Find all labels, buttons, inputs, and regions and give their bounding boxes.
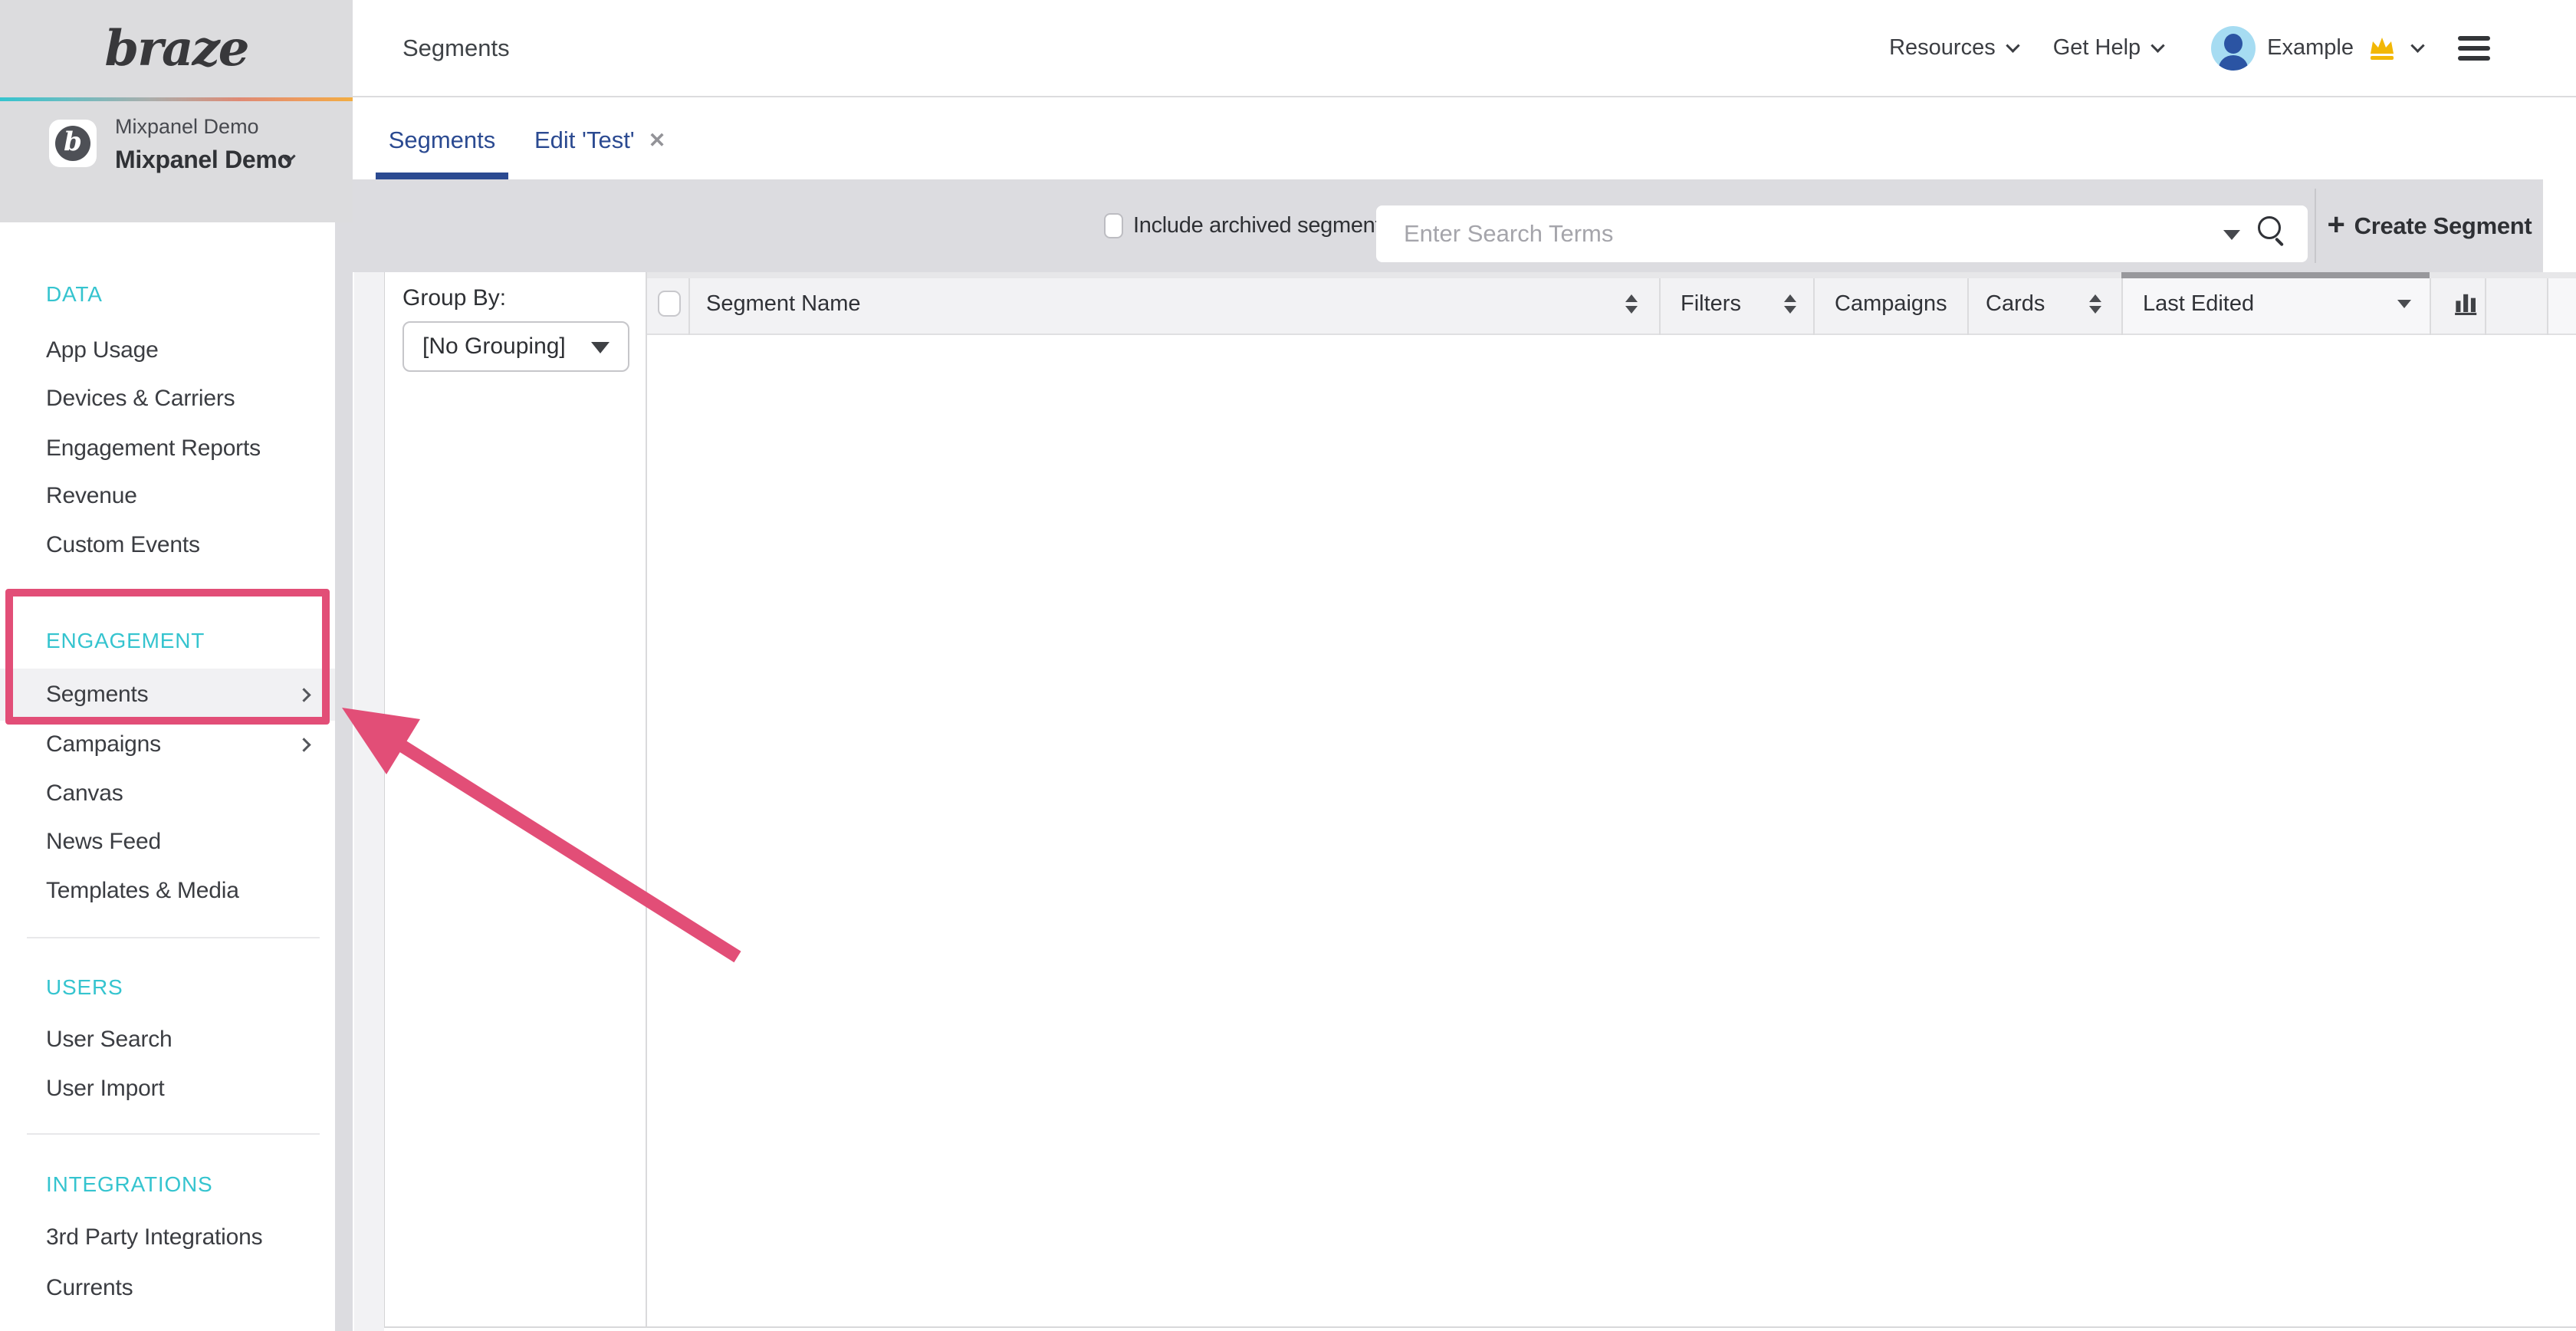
column-divider — [1813, 272, 1815, 335]
column-divider — [688, 272, 690, 335]
sidebar-scrollbar[interactable] — [335, 222, 353, 1331]
column-divider — [2485, 272, 2486, 335]
sort-cards[interactable] — [2089, 272, 2101, 335]
sidebar-item-engagement-reports[interactable]: Engagement Reports — [46, 433, 320, 464]
workspace-selector[interactable]: b Mixpanel Demo Mixpanel Demo — [0, 101, 354, 222]
sidebar-section-data: DATA — [46, 281, 103, 308]
tab-bar: Segments Edit 'Test' ✕ — [353, 101, 2576, 179]
tab-edit-test[interactable]: Edit 'Test' ✕ — [534, 101, 665, 179]
sidebar-item-currents[interactable]: Currents — [46, 1273, 320, 1303]
plus-icon: + — [2328, 209, 2345, 243]
filter-bar: Include archived segments + Create Segme… — [353, 179, 2543, 272]
sidebar-item-3rd-party-integrations[interactable]: 3rd Party Integrations — [46, 1222, 320, 1253]
sidebar-item-templates-media[interactable]: Templates & Media — [46, 876, 320, 906]
braze-b-icon: b — [55, 126, 90, 161]
get-help-label: Get Help — [2053, 35, 2141, 61]
table-scrollbar-gutter — [2547, 272, 2576, 334]
content-bottom-border — [384, 1326, 2576, 1328]
column-divider — [2121, 272, 2123, 335]
workspace-app-icon: b — [49, 120, 97, 167]
sidebar-item-custom-events[interactable]: Custom Events — [46, 530, 320, 560]
column-cards[interactable]: Cards — [1986, 272, 2045, 335]
column-divider — [2547, 272, 2548, 335]
analytics-chart-icon[interactable] — [2450, 272, 2484, 335]
create-segment-button[interactable]: + Create Segment — [2316, 179, 2543, 272]
sidebar-item-label: Segments — [46, 682, 148, 708]
topbar: Segments Resources Get Help Example — [353, 0, 2576, 97]
search-icon[interactable] — [2258, 216, 2281, 239]
get-help-menu[interactable]: Get Help — [2053, 35, 2163, 61]
close-icon[interactable]: ✕ — [649, 129, 666, 153]
segments-table-header: Segment Name Filters Campaigns Cards Las… — [647, 272, 2576, 335]
crown-icon — [2367, 35, 2397, 61]
braze-logo: braze — [105, 20, 248, 77]
group-by-select[interactable]: [No Grouping] — [402, 321, 629, 372]
sidebar-nav: DATA App Usage Devices & Carriers Engage… — [0, 222, 335, 1331]
column-last-edited[interactable]: Last Edited — [2143, 272, 2254, 335]
workspace-subtitle: Mixpanel Demo — [115, 115, 259, 139]
column-divider — [2430, 272, 2431, 335]
sort-filters[interactable] — [1784, 272, 1796, 335]
topbar-right: Resources Get Help Example — [1889, 0, 2490, 96]
chevron-down-icon — [2150, 38, 2164, 52]
workspace-title: Mixpanel Demo — [115, 146, 292, 174]
user-avatar[interactable] — [2211, 26, 2256, 71]
hamburger-menu-icon[interactable] — [2458, 36, 2490, 61]
resources-label: Resources — [1889, 35, 1996, 61]
sidebar-item-canvas[interactable]: Canvas — [46, 778, 320, 809]
sidebar-item-news-feed[interactable]: News Feed — [46, 827, 320, 857]
create-segment-label: Create Segment — [2354, 212, 2532, 240]
column-divider — [1967, 272, 1969, 335]
column-filters[interactable]: Filters — [1681, 272, 1741, 335]
tab-segments[interactable]: Segments — [376, 101, 508, 179]
sidebar-section-integrations: INTEGRATIONS — [46, 1171, 213, 1198]
sidebar-item-devices-carriers[interactable]: Devices & Carriers — [46, 383, 320, 414]
include-archived-label: Include archived segments — [1133, 179, 1392, 272]
sidebar-item-user-import[interactable]: User Import — [46, 1073, 320, 1104]
column-campaigns[interactable]: Campaigns — [1835, 272, 1947, 335]
sort-last-edited-desc[interactable] — [2397, 272, 2411, 335]
page-title: Segments — [402, 0, 510, 96]
sidebar-section-users: USERS — [46, 974, 123, 1001]
chevron-down-icon[interactable] — [2410, 38, 2424, 52]
search-input[interactable] — [1376, 205, 2308, 262]
group-by-value: [No Grouping] — [422, 334, 566, 360]
sidebar-item-campaigns[interactable]: Campaigns — [46, 729, 320, 760]
braze-dashboard: braze b Mixpanel Demo Mixpanel Demo DATA… — [0, 0, 2576, 1331]
column-segment-name[interactable]: Segment Name — [706, 272, 861, 335]
caret-down-icon — [591, 342, 610, 353]
user-name: Example — [2267, 35, 2354, 61]
tab-edit-test-label: Edit 'Test' — [534, 127, 635, 154]
sidebar-item-segments[interactable]: Segments — [46, 679, 320, 710]
include-archived-checkbox[interactable] — [1104, 213, 1123, 238]
sidebar-section-engagement: ENGAGEMENT — [46, 627, 205, 655]
horizontal-scrollbar-thumb[interactable] — [2121, 272, 2430, 278]
sidebar-item-label: Campaigns — [46, 731, 161, 758]
sidebar-item-revenue[interactable]: Revenue — [46, 481, 320, 511]
sidebar-item-user-search[interactable]: User Search — [46, 1024, 320, 1055]
column-divider — [1659, 272, 1661, 335]
search-dropdown-caret-icon[interactable] — [2223, 230, 2240, 240]
group-by-panel: Group By: [No Grouping] — [384, 272, 647, 1328]
sidebar-item-app-usage[interactable]: App Usage — [46, 335, 320, 366]
sort-segment-name[interactable] — [1625, 272, 1638, 335]
select-all-checkbox[interactable] — [658, 291, 681, 317]
content-gutter — [354, 272, 384, 1331]
sidebar-header: braze — [0, 0, 353, 97]
resources-menu[interactable]: Resources — [1889, 35, 2018, 61]
sidebar-divider — [27, 1133, 320, 1135]
sidebar-divider — [27, 937, 320, 938]
group-by-label: Group By: — [402, 285, 506, 311]
chevron-down-icon — [2006, 38, 2019, 52]
